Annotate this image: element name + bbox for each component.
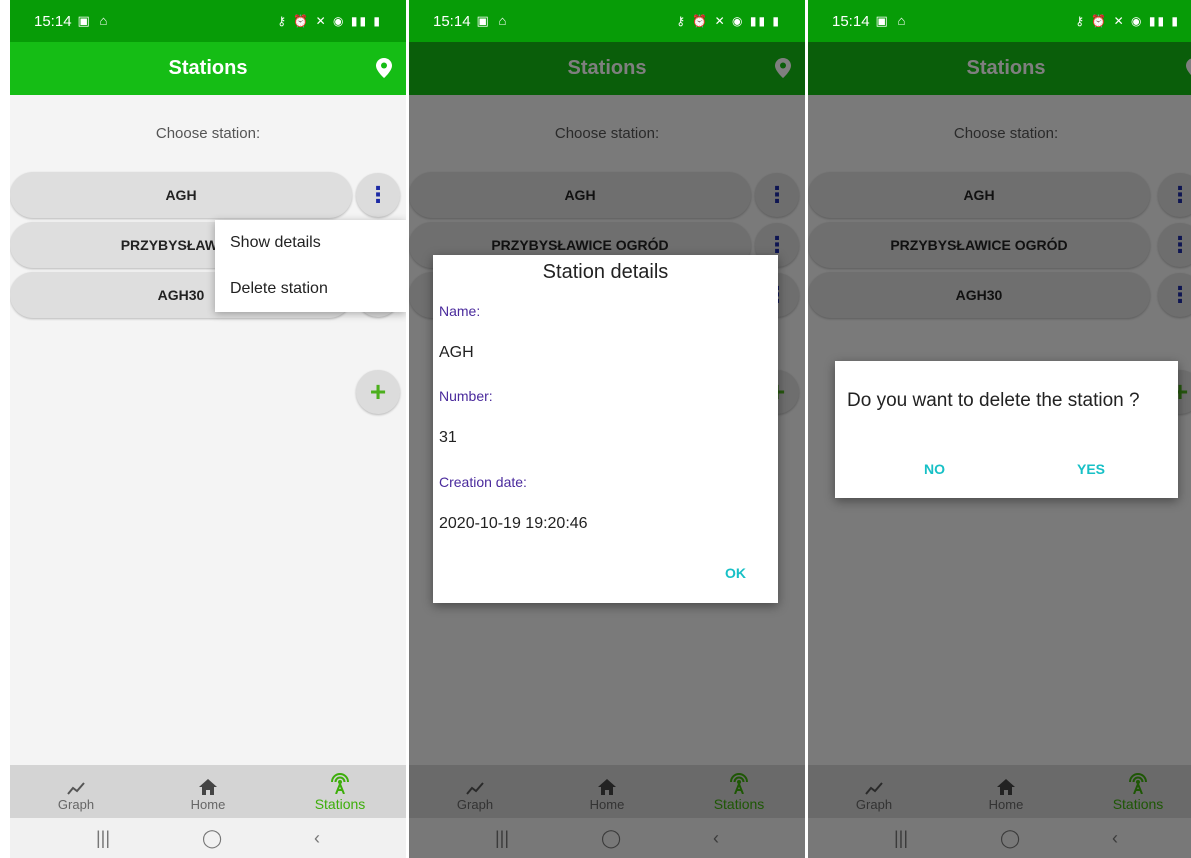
status-time: 15:14 [34, 12, 72, 30]
confirm-question: Do you want to delete the station ? [847, 390, 1140, 411]
more-options-button[interactable]: ⋮ [356, 173, 400, 217]
menu-show-details[interactable]: Show details [215, 220, 406, 266]
notification-icons: ▣ ⌂ [875, 13, 909, 28]
station-details-dialog: Station details Name: AGH Number: 31 Cre… [433, 255, 778, 603]
page-title: Stations [168, 57, 248, 79]
recents-icon[interactable]: ||| [96, 828, 110, 849]
system-status-icons: ⚷ ⏰ ✕ ◉ ▮▮ ▮ [1075, 14, 1180, 28]
antenna-icon [331, 773, 349, 794]
notification-icons: ▣ ⌂ [77, 13, 111, 28]
choose-station-label: Choose station: [155, 125, 261, 142]
system-status-icons: ⚷ ⏰ ✕ ◉ ▮▮ ▮ [676, 14, 781, 28]
nav-graph[interactable]: Graph [10, 765, 142, 818]
location-pin-icon[interactable] [376, 58, 392, 78]
home-button-icon[interactable]: ◯ [202, 828, 222, 849]
creation-date-label: Creation date: [439, 474, 527, 490]
status-time: 15:14 [433, 12, 471, 30]
nav-stations[interactable]: Stations [274, 765, 406, 818]
notification-icons: ▣ ⌂ [476, 13, 510, 28]
menu-delete-station[interactable]: Delete station [215, 266, 406, 312]
creation-date-value: 2020-10-19 19:20:46 [439, 515, 588, 532]
ok-button[interactable]: OK [725, 565, 746, 581]
station-options-menu: Show details Delete station [215, 220, 406, 312]
app-bar: Stations [10, 42, 406, 95]
status-bar: 15:14 ▣ ⌂ ⚷ ⏰ ✕ ◉ ▮▮ ▮ [409, 0, 805, 42]
nav-home[interactable]: Home [142, 765, 274, 818]
screen-station-menu: 15:14 ▣ ⌂ ⚷ ⏰ ✕ ◉ ▮▮ ▮ Stations Choose s… [10, 0, 406, 858]
bottom-navigation: Graph Home Stations [10, 765, 406, 818]
status-bar: 15:14 ▣ ⌂ ⚷ ⏰ ✕ ◉ ▮▮ ▮ [808, 0, 1191, 42]
nav-label: Stations [314, 796, 366, 812]
yes-button[interactable]: YES [1077, 461, 1105, 477]
back-icon[interactable]: ‹ [314, 828, 320, 849]
no-button[interactable]: NO [924, 461, 945, 477]
system-navigation: ||| ◯ ‹ [10, 818, 406, 858]
nav-label: Home [190, 797, 226, 812]
screen-delete-confirm: 15:14 ▣ ⌂ ⚷ ⏰ ✕ ◉ ▮▮ ▮ Stations Choose s… [808, 0, 1191, 858]
stations-content: Choose station: AGH ⋮ PRZYBYSŁAWICE ⋮ AG… [10, 95, 406, 765]
number-value: 31 [439, 429, 457, 446]
system-status-icons: ⚷ ⏰ ✕ ◉ ▮▮ ▮ [277, 14, 382, 28]
delete-confirm-dialog: Do you want to delete the station ? NO Y… [835, 361, 1178, 498]
status-bar: 15:14 ▣ ⌂ ⚷ ⏰ ✕ ◉ ▮▮ ▮ [10, 0, 406, 42]
name-value: AGH [439, 344, 474, 361]
graph-icon [67, 782, 85, 795]
status-time: 15:14 [832, 12, 870, 30]
screen-station-details: 15:14 ▣ ⌂ ⚷ ⏰ ✕ ◉ ▮▮ ▮ Stations Choose s… [409, 0, 805, 858]
add-station-button[interactable]: + [356, 370, 400, 414]
number-label: Number: [439, 388, 493, 404]
station-item[interactable]: AGH [10, 172, 352, 218]
home-icon [199, 779, 217, 795]
dialog-title: Station details [542, 261, 669, 283]
nav-label: Graph [57, 797, 95, 812]
name-label: Name: [439, 303, 481, 319]
